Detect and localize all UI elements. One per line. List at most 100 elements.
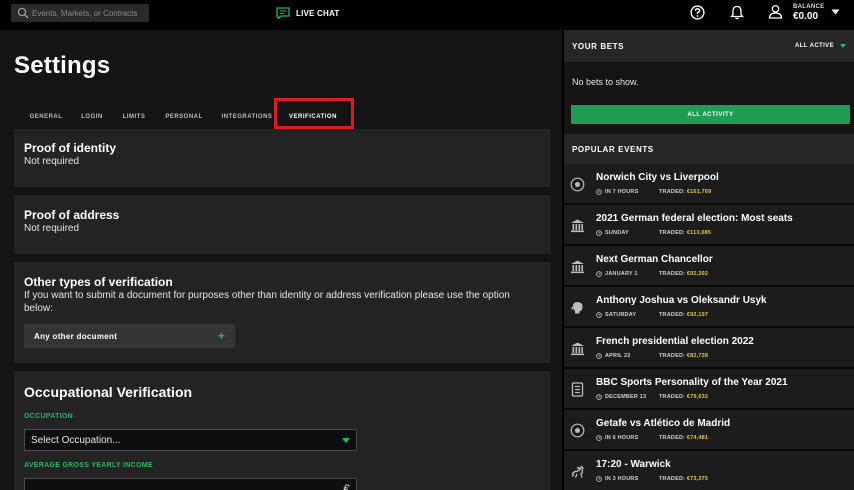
tab-general[interactable]: GENERAL [14, 106, 78, 128]
clock-icon [596, 271, 602, 277]
occupation-label: OCCUPATION [24, 413, 74, 420]
traded-amount: €161,769 [686, 189, 712, 195]
user-account-icon[interactable] [768, 4, 783, 19]
event-time: IN 6 HOURS [605, 435, 639, 441]
event-name: Norwich City vs Liverpool [596, 172, 719, 183]
traded-label: TRADED: [659, 189, 686, 195]
balance-display[interactable]: BALANCE €0.00 [793, 4, 824, 22]
no-bets-message: No bets to show. [572, 77, 639, 87]
proof-of-identity-card: Proof of identity Not required [14, 129, 551, 187]
popular-events-list: Norwich City vs Liverpool IN 7 HOURS TRADE… [564, 164, 854, 490]
occupation-select[interactable]: Select Occupation... [24, 429, 357, 451]
proof-of-address-status: Not required [24, 223, 80, 234]
event-time: IN 7 HOURS [605, 189, 639, 195]
horse-racing-icon [571, 465, 584, 478]
traded-label: TRADED: [659, 476, 686, 482]
clock-icon [596, 312, 602, 318]
help-icon[interactable] [690, 5, 705, 20]
event-traded: TRADED: €82,738 [659, 353, 708, 359]
traded-label: TRADED: [659, 353, 686, 359]
any-other-document-button[interactable]: Any other document + [24, 324, 235, 348]
event-traded: TRADED: €74,481 [659, 435, 708, 441]
main-content: Settings GENERAL LOGIN LIMITS PERSONAL I… [0, 30, 562, 490]
event-row[interactable]: Norwich City vs Liverpool IN 7 HOURS TRADE… [564, 164, 854, 205]
clock-icon [596, 230, 602, 236]
traded-amount: €79,632 [686, 394, 709, 400]
plus-icon: + [217, 329, 225, 343]
traded-amount: €113,085 [686, 230, 712, 236]
live-chat-button[interactable]: LIVE CHAT [276, 6, 339, 20]
event-row[interactable]: French presidential election 2022 APRIL 2… [564, 328, 854, 369]
soccer-ball-icon [570, 423, 585, 438]
other-verification-title: Other types of verification [24, 275, 173, 289]
chevron-down-icon [342, 437, 350, 443]
currency-symbol: € [343, 482, 350, 490]
traded-amount: €82,738 [686, 353, 709, 359]
event-row[interactable]: Next German Chancellor JANUARY 1 TRADED: €… [564, 246, 854, 287]
event-name: 17:20 - Warwick [596, 459, 671, 470]
event-traded: TRADED: €113,085 [659, 230, 711, 236]
soccer-ball-icon [570, 177, 585, 192]
event-row[interactable]: Anthony Joshua vs Oleksandr Usyk SATURDAY… [564, 287, 854, 328]
event-meta: SATURDAY TRADED: €92,197 [596, 312, 708, 318]
traded-amount: €73,375 [686, 476, 709, 482]
event-time: SUNDAY [605, 230, 629, 236]
other-verification-card: Other types of verification If you want … [14, 262, 551, 363]
tab-limits[interactable]: LIMITS [114, 106, 154, 128]
tab-integrations[interactable]: INTEGRATIONS [216, 106, 278, 128]
proof-of-address-card: Proof of address Not required [14, 195, 551, 254]
traded-amount: €74,481 [686, 435, 709, 441]
event-traded: TRADED: €92,197 [659, 312, 708, 318]
notification-bell-icon[interactable] [730, 5, 744, 20]
event-name: Getafe vs Atlético de Madrid [596, 418, 731, 429]
bet-sidebar: YOUR BETS ALL ACTIVE No bets to show. AL… [564, 30, 854, 490]
event-row[interactable]: BBC Sports Personality of the Year 2021 D… [564, 369, 854, 410]
clock-icon [596, 476, 602, 482]
event-meta: IN 3 HOURS TRADED: €73,375 [596, 476, 708, 482]
event-row[interactable]: 2021 German federal election: Most seats… [564, 205, 854, 246]
event-name: Anthony Joshua vs Oleksandr Usyk [596, 295, 767, 306]
clock-icon [596, 394, 602, 400]
chevron-down-icon [840, 44, 846, 48]
bets-filter-value: ALL ACTIVE [794, 43, 834, 49]
bets-filter-dropdown[interactable]: ALL ACTIVE [795, 43, 846, 49]
tv-icon [571, 382, 584, 397]
occupation-select-value: Select Occupation... [31, 434, 121, 446]
government-building-icon [571, 219, 584, 233]
income-input[interactable]: € [24, 478, 357, 490]
event-traded: TRADED: €92,392 [659, 271, 708, 277]
event-name: French presidential election 2022 [596, 336, 754, 347]
event-row[interactable]: Getafe vs Atlético de Madrid IN 6 HOURS TR… [564, 410, 854, 451]
clock-icon [596, 435, 602, 441]
proof-of-identity-title: Proof of identity [24, 141, 116, 155]
event-time: IN 3 HOURS [605, 476, 639, 482]
government-building-icon [571, 260, 584, 274]
chevron-down-icon[interactable] [831, 9, 840, 15]
event-row[interactable]: 17:20 - Warwick IN 3 HOURS TRADED: €73,375 [564, 451, 854, 490]
all-activity-button[interactable]: ALL ACTIVITY [571, 105, 850, 124]
traded-label: TRADED: [659, 394, 686, 400]
page-title: Settings [14, 52, 111, 79]
your-bets-header: YOUR BETS ALL ACTIVE [564, 30, 854, 62]
event-traded: TRADED: €79,632 [659, 394, 708, 400]
balance-label: BALANCE [793, 4, 825, 10]
event-meta: IN 6 HOURS TRADED: €74,481 [596, 435, 708, 441]
event-traded: TRADED: €73,375 [659, 476, 708, 482]
event-meta: IN 7 HOURS TRADED: €161,769 [596, 189, 711, 195]
top-bar: LIVE CHAT BALANCE €0.00 [0, 0, 854, 28]
live-chat-label: LIVE CHAT [296, 8, 340, 18]
government-building-icon [571, 342, 584, 356]
search-box[interactable] [11, 4, 149, 22]
chat-bubble-icon [276, 7, 290, 19]
search-input[interactable] [32, 4, 146, 22]
search-icon [17, 7, 29, 19]
event-meta: SUNDAY TRADED: €113,085 [596, 230, 711, 236]
tab-login[interactable]: LOGIN [72, 106, 112, 128]
tab-personal[interactable]: PERSONAL [160, 106, 208, 128]
event-time: JANUARY 1 [605, 271, 638, 277]
any-other-document-label: Any other document [34, 331, 118, 341]
boxing-glove-icon [571, 302, 583, 314]
other-verification-description: If you want to submit a document for pur… [24, 290, 510, 314]
tab-verification[interactable]: VERIFICATION [278, 106, 348, 128]
event-time: APRIL 22 [605, 353, 631, 359]
